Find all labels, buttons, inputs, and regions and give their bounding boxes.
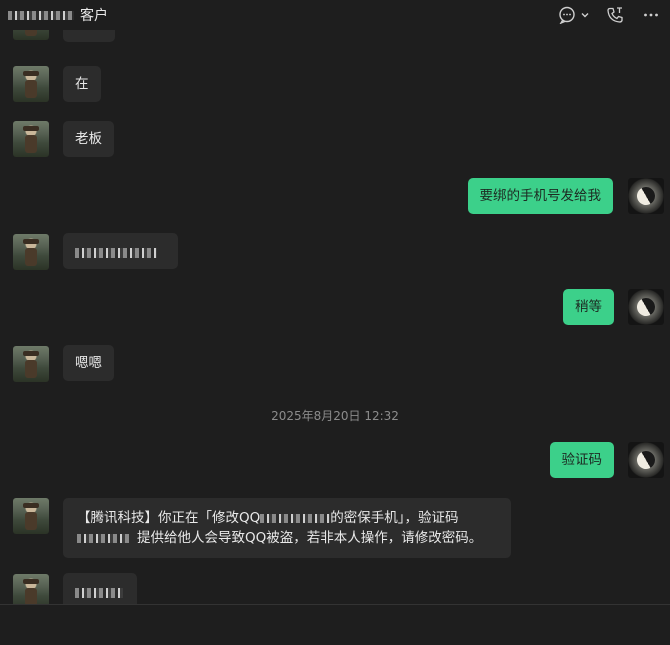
- phone-icon[interactable]: [604, 4, 626, 26]
- message-bubble[interactable]: 老板: [63, 121, 114, 157]
- chat-bubble-icon[interactable]: [556, 4, 578, 26]
- message-bubble-redacted[interactable]: [63, 573, 137, 604]
- message-input-area[interactable]: [0, 604, 670, 645]
- message-bubble-self[interactable]: 稍等: [563, 289, 614, 325]
- contact-avatar[interactable]: [13, 574, 49, 604]
- header-actions: [556, 4, 662, 26]
- message-bubble-self[interactable]: 要绑的手机号发给我: [467, 178, 613, 214]
- verification-text-part2: 的密保手机」，验证码: [330, 510, 459, 526]
- chat-header: 客户: [0, 0, 670, 30]
- redacted-phone-mosaic: [75, 248, 157, 258]
- contact-avatar[interactable]: [13, 30, 49, 40]
- contact-avatar[interactable]: [13, 234, 49, 270]
- contact-avatar[interactable]: [13, 498, 49, 534]
- redacted-name-mosaic: [8, 10, 74, 20]
- message-bubble[interactable]: 在: [63, 66, 101, 102]
- more-icon[interactable]: [640, 4, 662, 26]
- chevron-down-icon[interactable]: [580, 4, 590, 26]
- message-bubble-cutoff[interactable]: [63, 30, 115, 42]
- contact-avatar[interactable]: [13, 346, 49, 382]
- self-avatar[interactable]: [628, 289, 664, 325]
- redacted-qq-mosaic: [260, 513, 331, 523]
- message-bubble[interactable]: 嗯嗯: [63, 345, 114, 381]
- verification-text-part1: 【腾讯科技】你正在「修改QQ: [77, 510, 261, 526]
- self-avatar[interactable]: [628, 178, 664, 214]
- message-bubble-self[interactable]: 验证码: [549, 442, 614, 478]
- redacted-code-mosaic: [77, 533, 129, 543]
- contact-avatar[interactable]: [13, 66, 49, 102]
- message-bubble-redacted[interactable]: [63, 233, 178, 269]
- self-avatar[interactable]: [628, 442, 664, 478]
- contact-avatar[interactable]: [13, 121, 49, 157]
- verification-text-part3: 提供给他人会导致QQ被盗，若非本人操作，请修改密码。: [137, 530, 483, 546]
- message-bubble-verification[interactable]: 【腾讯科技】你正在「修改QQ 的密保手机」，验证码 提供给他人会导致QQ被盗，若非…: [63, 498, 511, 558]
- redacted-code-mosaic: [75, 588, 123, 598]
- message-timestamp: 2025年8月20日 12:32: [271, 409, 399, 423]
- message-list[interactable]: 在 老板 要绑的手机号发给我 稍等 嗯嗯 2025年8月20日 12:32 验证…: [0, 30, 670, 604]
- chat-title: 客户: [8, 5, 108, 25]
- chat-title-suffix: 客户: [80, 8, 108, 24]
